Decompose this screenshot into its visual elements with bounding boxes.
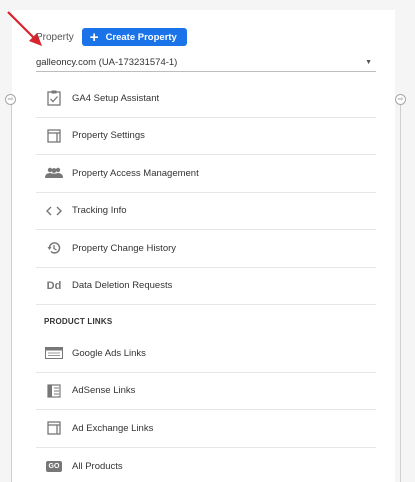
menu-item-ga4-setup-assistant[interactable]: GA4 Setup Assistant <box>36 80 376 118</box>
all-products-icon-text: GO <box>45 460 63 472</box>
clipboard-check-icon <box>36 90 72 106</box>
top-strip <box>12 0 395 10</box>
menu-item-label: Tracking Info <box>72 205 127 217</box>
history-icon <box>36 241 72 255</box>
property-label: Property <box>36 31 74 43</box>
menu-item-adsense-links[interactable]: AdSense Links <box>36 373 376 410</box>
menu-item-property-settings[interactable]: Property Settings <box>36 118 376 155</box>
menu-item-all-products[interactable]: GO All Products <box>36 448 376 482</box>
property-header: Property + Create Property <box>36 28 187 46</box>
right-column-divider <box>400 98 401 482</box>
menu-item-label: Data Deletion Requests <box>72 280 173 292</box>
dd-icon: Dd <box>36 280 72 292</box>
menu-item-label: Property Access Management <box>72 167 199 179</box>
ad-exchange-icon <box>36 421 72 435</box>
collapse-left-icon[interactable]: ⇨ <box>5 94 16 105</box>
google-ads-icon <box>36 347 72 360</box>
menu-item-tracking-info[interactable]: Tracking Info <box>36 193 376 230</box>
left-column-divider <box>11 98 12 482</box>
right-gutter <box>395 0 415 482</box>
property-select-value: galleoncy.com (UA-173231574-1) <box>36 57 178 68</box>
people-icon <box>36 167 72 179</box>
menu-item-label: All Products <box>72 460 123 472</box>
menu-item-label: Google Ads Links <box>72 347 146 359</box>
adsense-icon <box>36 384 72 398</box>
collapse-right-icon[interactable]: ⇨ <box>395 94 406 105</box>
product-links-header: PRODUCT LINKS <box>44 317 113 326</box>
menu-item-label: AdSense Links <box>72 385 136 397</box>
dd-icon-text: Dd <box>46 279 62 292</box>
property-select[interactable]: galleoncy.com (UA-173231574-1) ▼ <box>36 54 376 72</box>
plus-icon: + <box>89 28 99 46</box>
menu-item-label: Property Change History <box>72 242 177 254</box>
create-property-label: Create Property <box>105 31 177 43</box>
menu-item-data-deletion-requests[interactable]: Dd Data Deletion Requests <box>36 268 376 305</box>
window-icon <box>36 129 72 143</box>
menu-item-ad-exchange-links[interactable]: Ad Exchange Links <box>36 410 376 448</box>
menu-item-property-change-history[interactable]: Property Change History <box>36 230 376 268</box>
dropdown-caret-icon: ▼ <box>365 59 372 66</box>
menu-item-label: GA4 Setup Assistant <box>72 92 160 104</box>
menu-item-property-access-management[interactable]: Property Access Management <box>36 155 376 193</box>
create-property-button[interactable]: + Create Property <box>81 28 187 46</box>
code-brackets-icon <box>36 206 72 216</box>
menu-item-label: Ad Exchange Links <box>72 422 154 434</box>
property-menu: GA4 Setup Assistant Property Settings Pr… <box>36 80 376 482</box>
menu-item-label: Property Settings <box>72 130 145 142</box>
menu-item-google-ads-links[interactable]: Google Ads Links <box>36 335 376 373</box>
all-products-icon: GO <box>36 460 72 472</box>
